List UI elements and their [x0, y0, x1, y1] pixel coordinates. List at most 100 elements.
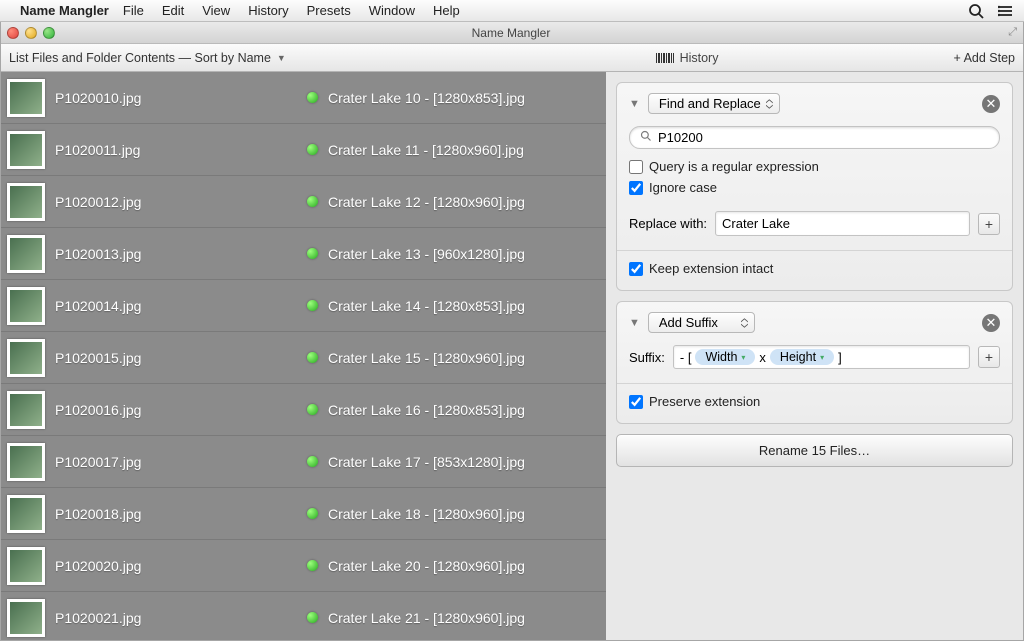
status-ok-icon — [307, 352, 318, 363]
app-menu[interactable]: Name Mangler — [20, 3, 109, 18]
window-titlebar: Name Mangler ⤢ — [1, 22, 1023, 44]
ignorecase-label: Ignore case — [649, 180, 717, 195]
regex-checkbox[interactable] — [629, 160, 643, 174]
rename-button[interactable]: Rename 15 Files… — [616, 434, 1013, 467]
suffix-add-button[interactable]: + — [978, 346, 1000, 368]
file-thumbnail — [7, 339, 45, 377]
suffix-input[interactable]: - [ Width x Height ] — [673, 345, 970, 369]
remove-step-button[interactable]: ✕ — [982, 95, 1000, 113]
renamed-filename: Crater Lake 15 - [1280x960].jpg — [328, 350, 525, 366]
original-filename: P1020017.jpg — [55, 454, 307, 470]
original-filename: P1020014.jpg — [55, 298, 307, 314]
status-ok-icon — [307, 248, 318, 259]
add-step-button[interactable]: + Add Step — [953, 51, 1015, 65]
preserve-ext-checkbox[interactable] — [629, 395, 643, 409]
preserve-ext-checkbox-row[interactable]: Preserve extension — [629, 394, 1000, 409]
file-row[interactable]: P1020012.jpg Crater Lake 12 - [1280x960].… — [1, 176, 606, 228]
disclosure-triangle-icon[interactable]: ▼ — [629, 98, 640, 110]
file-thumbnail — [7, 547, 45, 585]
original-filename: P1020012.jpg — [55, 194, 307, 210]
search-icon — [640, 130, 652, 145]
system-menubar: Name Mangler File Edit View History Pres… — [0, 0, 1024, 22]
menu-edit[interactable]: Edit — [162, 3, 184, 18]
rename-button-label: Rename 15 Files… — [759, 443, 870, 458]
main-window: Name Mangler ⤢ List Files and Folder Con… — [0, 22, 1024, 641]
file-row[interactable]: P1020017.jpgCrater Lake 17 - [853x1280].… — [1, 436, 606, 488]
file-row[interactable]: P1020021.jpg Crater Lake 21 - [1280x960].… — [1, 592, 606, 640]
original-filename: P1020020.jpg — [55, 558, 307, 574]
width-token[interactable]: Width — [695, 349, 755, 365]
disclosure-triangle-icon[interactable]: ▼ — [629, 317, 640, 329]
window-close-button[interactable] — [7, 27, 19, 39]
file-row[interactable]: P1020020.jpg Crater Lake 20 - [1280x960].… — [1, 540, 606, 592]
replace-add-button[interactable]: + — [978, 213, 1000, 235]
ignorecase-checkbox[interactable] — [629, 181, 643, 195]
spotlight-icon[interactable] — [968, 2, 984, 19]
fullscreen-icon[interactable]: ⤢ — [967, 26, 1017, 39]
suffix-literal: ] — [838, 350, 842, 365]
status-ok-icon — [307, 456, 318, 467]
file-thumbnail — [7, 391, 45, 429]
renamed-filename: Crater Lake 21 - [1280x960].jpg — [328, 610, 525, 626]
renamed-filename: Crater Lake 13 - [960x1280].jpg — [328, 246, 525, 262]
suffix-literal: - [ — [680, 350, 692, 365]
file-list[interactable]: P1020010.jpg Crater Lake 10 - [1280x853].… — [1, 72, 606, 640]
menu-file[interactable]: File — [123, 3, 144, 18]
keepext-checkbox[interactable] — [629, 262, 643, 276]
file-row[interactable]: P1020013.jpg Crater Lake 13 - [960x1280].… — [1, 228, 606, 280]
step-find-replace: ▼ Find and Replace ✕ P10200 Query is a r… — [616, 82, 1013, 291]
status-ok-icon — [307, 144, 318, 155]
ignorecase-checkbox-row[interactable]: Ignore case — [629, 180, 1000, 195]
renamed-filename: Crater Lake 10 - [1280x853].jpg — [328, 90, 525, 106]
find-query-input[interactable]: P10200 — [629, 126, 1000, 149]
status-ok-icon — [307, 560, 318, 571]
menu-history[interactable]: History — [248, 3, 288, 18]
menu-window[interactable]: Window — [369, 3, 415, 18]
replace-with-label: Replace with: — [629, 216, 707, 231]
window-minimize-button[interactable] — [25, 27, 37, 39]
renamed-filename: Crater Lake 20 - [1280x960].jpg — [328, 558, 525, 574]
sort-dropdown[interactable]: List Files and Folder Contents — Sort by… — [9, 51, 656, 65]
menu-help[interactable]: Help — [433, 3, 460, 18]
renamed-filename: Crater Lake 12 - [1280x960].jpg — [328, 194, 525, 210]
regex-checkbox-row[interactable]: Query is a regular expression — [629, 159, 1000, 174]
chevron-down-icon: ▼ — [277, 53, 286, 63]
original-filename: P1020010.jpg — [55, 90, 307, 106]
file-row[interactable]: P1020016.jpgCrater Lake 16 - [1280x853].… — [1, 384, 606, 436]
height-token[interactable]: Height — [770, 349, 834, 365]
file-thumbnail — [7, 599, 45, 637]
status-ok-icon — [307, 196, 318, 207]
renamed-filename: Crater Lake 14 - [1280x853].jpg — [328, 298, 525, 314]
keepext-label: Keep extension intact — [649, 261, 773, 276]
file-thumbnail — [7, 131, 45, 169]
menu-presets[interactable]: Presets — [307, 3, 351, 18]
window-zoom-button[interactable] — [43, 27, 55, 39]
status-ok-icon — [307, 508, 318, 519]
replace-with-value: Crater Lake — [722, 216, 790, 231]
keepext-checkbox-row[interactable]: Keep extension intact — [629, 261, 1000, 276]
file-row[interactable]: P1020018.jpgCrater Lake 18 - [1280x960].… — [1, 488, 606, 540]
sort-label: List Files and Folder Contents — Sort by… — [9, 51, 271, 65]
file-thumbnail — [7, 287, 45, 325]
renamed-filename: Crater Lake 18 - [1280x960].jpg — [328, 506, 525, 522]
original-filename: P1020016.jpg — [55, 402, 307, 418]
file-row[interactable]: P1020011.jpgCrater Lake 11 - [1280x960].… — [1, 124, 606, 176]
notification-center-icon[interactable] — [998, 2, 1014, 19]
step-type-select[interactable]: Add Suffix — [648, 312, 755, 333]
step-type-select[interactable]: Find and Replace — [648, 93, 780, 114]
file-row[interactable]: P1020014.jpg Crater Lake 14 - [1280x853].… — [1, 280, 606, 332]
renamed-filename: Crater Lake 11 - [1280x960].jpg — [328, 142, 524, 158]
original-filename: P1020013.jpg — [55, 246, 307, 262]
menu-view[interactable]: View — [202, 3, 230, 18]
replace-with-input[interactable]: Crater Lake — [715, 211, 970, 236]
file-row[interactable]: P1020010.jpg Crater Lake 10 - [1280x853].… — [1, 72, 606, 124]
steps-sidebar: ▼ Find and Replace ✕ P10200 Query is a r… — [606, 72, 1023, 640]
original-filename: P1020021.jpg — [55, 610, 307, 626]
file-row[interactable]: P1020015.jpgCrater Lake 15 - [1280x960].… — [1, 332, 606, 384]
step-add-suffix: ▼ Add Suffix ✕ Suffix: - [ Width x Heigh… — [616, 301, 1013, 424]
history-button[interactable]: History — [656, 51, 719, 65]
history-label: History — [680, 51, 719, 65]
file-thumbnail — [7, 79, 45, 117]
remove-step-button[interactable]: ✕ — [982, 314, 1000, 332]
file-thumbnail — [7, 235, 45, 273]
